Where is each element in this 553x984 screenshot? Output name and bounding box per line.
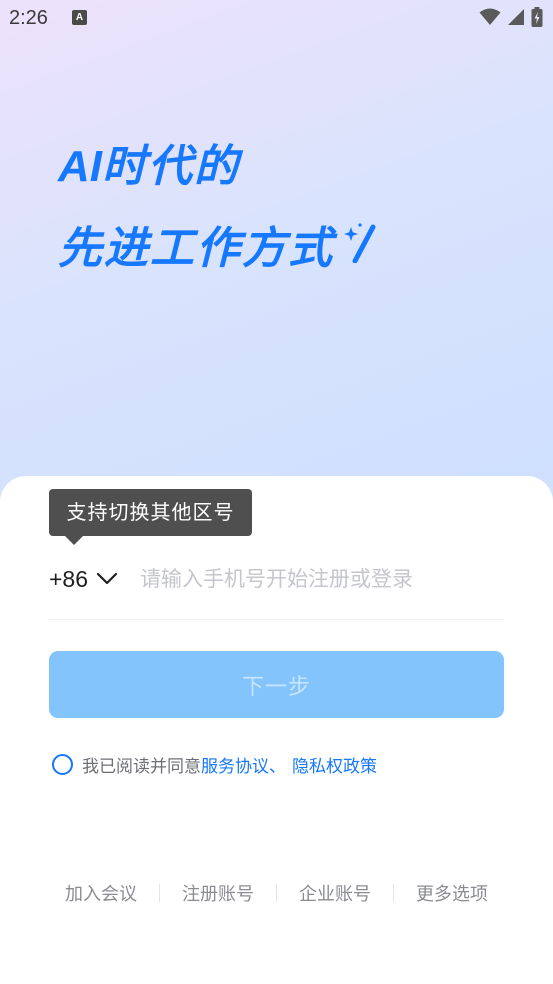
status-bar: 2:26 A — [0, 0, 553, 38]
a-text-icon: A — [72, 10, 87, 25]
hero-line-2-text: 先进工作方式 — [58, 223, 334, 274]
hero-headline: AI时代的 先进工作方式 — [58, 135, 378, 281]
country-code-text: +86 — [49, 565, 89, 592]
next-step-button[interactable]: 下一步 — [49, 651, 504, 718]
phone-number-input[interactable] — [140, 560, 500, 598]
cellular-signal-icon — [508, 9, 524, 25]
login-card — [0, 476, 553, 984]
battery-charging-icon — [531, 7, 543, 27]
tooltip-arrow — [64, 535, 84, 545]
chevron-down-icon — [96, 572, 118, 585]
more-options-link[interactable]: 更多选项 — [400, 880, 504, 906]
status-time: 2:26 — [9, 7, 48, 29]
country-code-selector[interactable]: +86 — [49, 560, 118, 598]
agreement-prefix: 我已阅读并同意 — [82, 757, 201, 777]
register-account-link[interactable]: 注册账号 — [166, 880, 270, 906]
hero-line-1-text: 时代的 — [102, 141, 240, 192]
sparkle-slash-icon — [342, 217, 378, 281]
status-icons — [479, 7, 543, 27]
hero-line-2: 先进工作方式 — [58, 217, 378, 281]
hero-ai-text: AI — [58, 142, 102, 191]
privacy-policy-link[interactable]: 隐私权政策 — [292, 752, 377, 777]
agreement-radio[interactable] — [52, 754, 73, 775]
footer-divider — [276, 884, 277, 902]
enterprise-account-link[interactable]: 企业账号 — [283, 880, 387, 906]
input-divider — [49, 619, 504, 620]
region-code-tooltip: 支持切换其他区号 — [49, 489, 252, 536]
agreement-separator: 、 — [269, 757, 286, 777]
join-meeting-link[interactable]: 加入会议 — [49, 880, 153, 906]
hero-line-1: AI时代的 — [58, 135, 378, 199]
footer-divider — [393, 884, 394, 902]
agreement-row: 我已阅读并同意 服务协议 、 隐私权政策 — [52, 752, 377, 777]
service-agreement-link[interactable]: 服务协议 — [201, 752, 269, 777]
wifi-icon — [479, 8, 501, 25]
footer-divider — [159, 884, 160, 902]
footer-links: 加入会议 注册账号 企业账号 更多选项 — [49, 880, 504, 906]
